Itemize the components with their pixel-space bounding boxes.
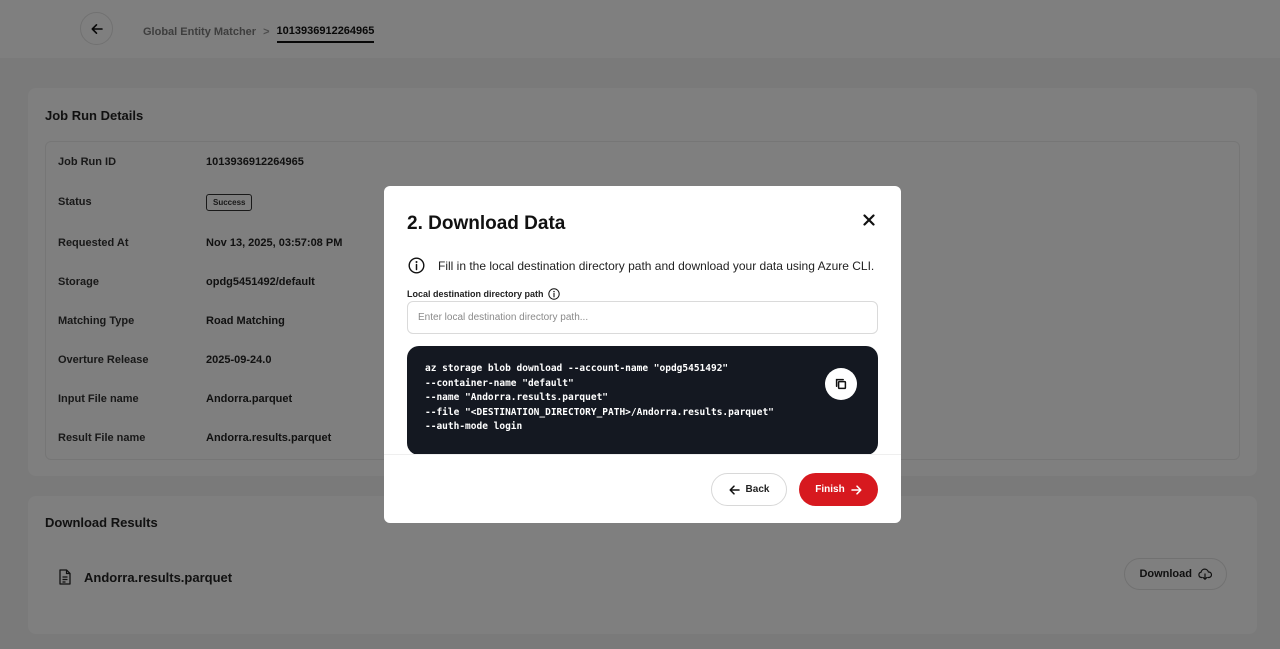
info-message: Fill in the local destination directory … bbox=[408, 257, 874, 274]
finish-button[interactable]: Finish bbox=[799, 473, 878, 506]
download-data-modal: 2. Download Data Fill in the local desti… bbox=[384, 186, 901, 523]
arrow-right-icon bbox=[850, 484, 862, 495]
close-button[interactable] bbox=[857, 208, 881, 232]
code-line: --file "<DESTINATION_DIRECTORY_PATH>/And… bbox=[425, 406, 774, 418]
destination-path-label: Local destination directory path bbox=[407, 288, 560, 300]
info-icon[interactable] bbox=[547, 288, 560, 300]
code-line: --name "Andorra.results.parquet" bbox=[425, 392, 609, 404]
info-icon bbox=[408, 257, 425, 274]
code-line: az storage blob download --account-name … bbox=[425, 363, 729, 374]
back-button[interactable]: Back bbox=[711, 473, 787, 506]
info-text: Fill in the local destination directory … bbox=[438, 258, 875, 273]
close-icon bbox=[863, 214, 875, 226]
modal-footer-divider bbox=[384, 454, 901, 455]
code-line: --auth-mode login bbox=[425, 421, 523, 433]
cli-command: az storage blob download --account-name … bbox=[425, 362, 774, 435]
destination-path-label-text: Local destination directory path bbox=[407, 289, 544, 299]
copy-command-button[interactable] bbox=[825, 368, 857, 400]
copy-icon bbox=[835, 378, 847, 390]
arrow-left-icon bbox=[728, 484, 740, 495]
modal-title: 2. Download Data bbox=[407, 213, 566, 234]
cli-command-block: az storage blob download --account-name … bbox=[407, 346, 878, 455]
finish-button-label: Finish bbox=[815, 484, 845, 495]
back-button-label: Back bbox=[745, 484, 770, 495]
code-line: --container-name "default" bbox=[425, 377, 574, 389]
destination-path-input[interactable] bbox=[407, 301, 878, 334]
